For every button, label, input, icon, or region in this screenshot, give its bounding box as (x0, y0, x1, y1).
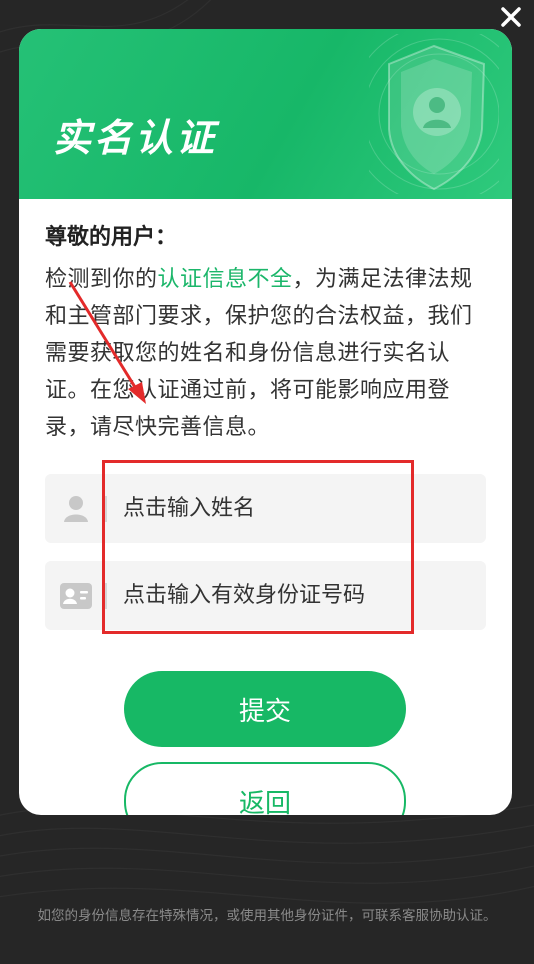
close-button[interactable] (498, 4, 524, 30)
notice-suffix: ，为满足法律法规和主管部门要求，保护您的合法权益，我们需要获取您的姓名和身份信息… (45, 267, 473, 440)
back-button[interactable]: 返回 (124, 762, 406, 815)
notice-highlight: 认证信息不全 (157, 267, 293, 292)
person-icon (59, 492, 93, 526)
id-card-icon (59, 579, 93, 613)
notice-text: 检测到你的认证信息不全，为满足法律法规和主管部门要求，保护您的合法权益，我们需要… (45, 261, 490, 446)
close-icon (501, 7, 521, 27)
id-number-input[interactable] (121, 582, 455, 609)
field-divider (105, 495, 107, 522)
dialog-header: 实名认证 (19, 29, 512, 199)
submit-button[interactable]: 提交 (124, 671, 406, 747)
dialog-title: 实名认证 (53, 116, 218, 160)
id-field[interactable] (45, 561, 486, 630)
field-divider (105, 582, 107, 609)
name-input[interactable] (121, 495, 455, 522)
dialog-content: 尊敬的用户： 检测到你的认证信息不全，为满足法律法规和主管部门要求，保护您的合法… (45, 223, 490, 446)
realname-dialog: 实名认证 尊敬的用户： 检测到你的认证信息不全，为满足法律法规和主管部门要求，保… (19, 29, 512, 815)
shield-user-icon (369, 34, 499, 194)
name-field[interactable] (45, 474, 486, 543)
notice-prefix: 检测到你的 (45, 267, 158, 292)
footer-note: 如您的身份信息存在特殊情况，或使用其他身份证件，可联系客服协助认证。 (37, 908, 497, 924)
greeting-text: 尊敬的用户： (45, 225, 178, 250)
